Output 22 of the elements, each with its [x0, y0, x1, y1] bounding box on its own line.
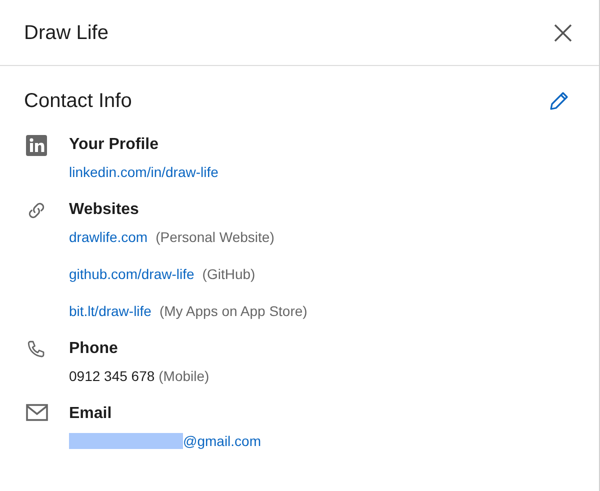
pencil-icon: [549, 91, 569, 111]
section-heading: Contact Info: [24, 89, 132, 114]
close-icon: [554, 24, 572, 42]
dialog-title: Draw Life: [24, 20, 108, 46]
contact-link[interactable]: @gmail.com: [183, 431, 262, 451]
contact-note: (GitHub): [202, 265, 256, 284]
contact-label: Phone: [69, 339, 119, 359]
contact-link[interactable]: bit.lt/draw-life: [69, 301, 152, 321]
contact-note: (Mobile): [158, 367, 210, 386]
link-icon: [26, 200, 47, 221]
profile-icon: [26, 135, 47, 156]
contact-link[interactable]: linkedin.com/in/draw-life: [69, 162, 218, 182]
contact-link[interactable]: github.com/draw-life: [69, 264, 194, 284]
contact-label: Websites: [69, 200, 140, 220]
phone-number: 0912 345 678: [69, 367, 155, 386]
contact-note: (Personal Website): [156, 228, 274, 247]
contact-label: Email: [69, 404, 113, 424]
contact-label: Your Profile: [69, 135, 160, 155]
contact-link[interactable]: drawlife.com: [69, 227, 148, 247]
phone-icon: [26, 339, 47, 360]
mail-icon: [26, 404, 48, 421]
contact-note: (My Apps on App Store): [159, 302, 308, 321]
